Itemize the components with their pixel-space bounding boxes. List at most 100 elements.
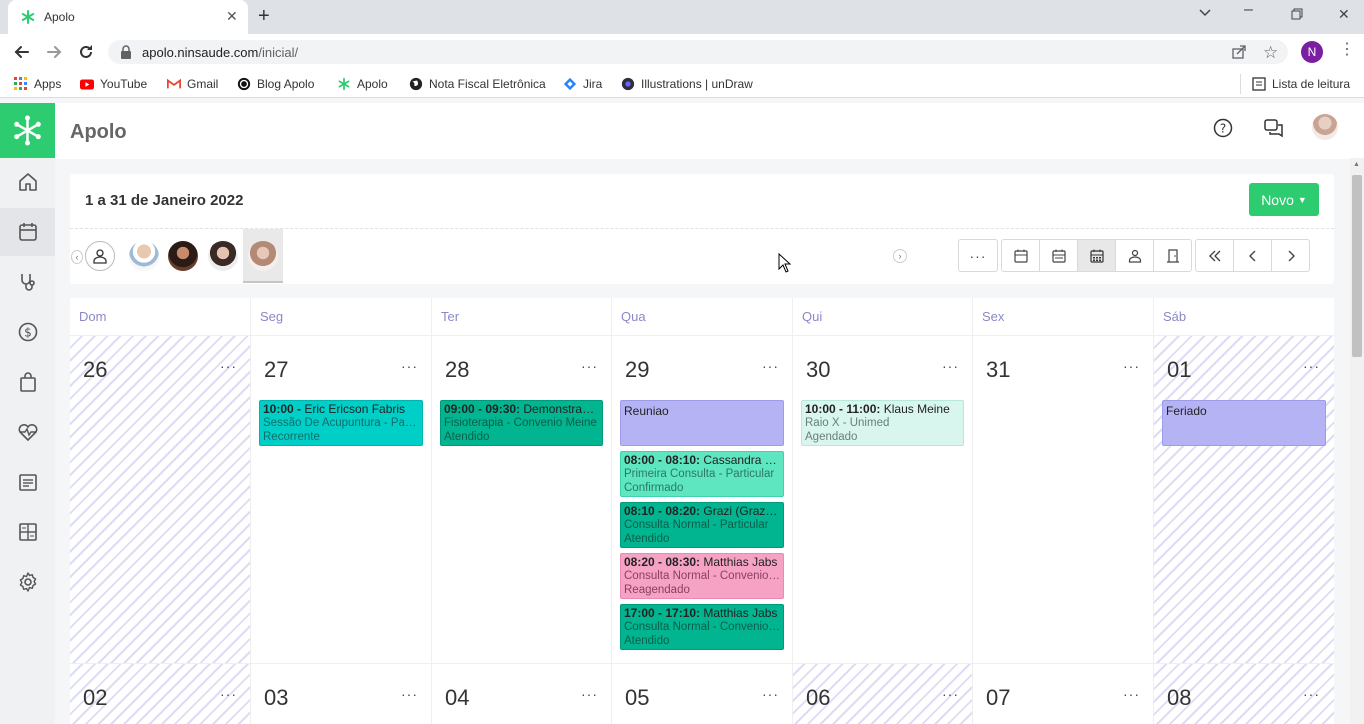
close-window-icon[interactable]: ✕: [1338, 6, 1350, 23]
day-cell-27[interactable]: 27 ··· 10:00 - Eric Ericson Fabris Sessã…: [251, 336, 432, 664]
event-matthias-1[interactable]: 08:20 - 08:30: Matthias Jabs Consulta No…: [620, 553, 784, 599]
event-klaus-meine[interactable]: 10:00 - 11:00: Klaus Meine Raio X - Unim…: [801, 400, 964, 446]
sidebar-item-calendar[interactable]: [0, 208, 55, 256]
sidebar-item-store[interactable]: [0, 358, 55, 406]
reload-icon[interactable]: [77, 43, 95, 61]
day-cell-06[interactable]: 06 ···: [793, 664, 973, 724]
tab-search-icon[interactable]: [1198, 5, 1212, 19]
event-feriado[interactable]: Feriado: [1162, 400, 1326, 446]
event-status: Confirmado: [624, 482, 684, 494]
sidebar-item-clinical[interactable]: [0, 258, 55, 306]
apolo-logo[interactable]: [0, 103, 55, 158]
url-text[interactable]: apolo.ninsaude.com/inicial/: [142, 45, 298, 60]
day-menu-icon[interactable]: ···: [401, 358, 418, 374]
bookmark-nota-fiscal[interactable]: Nota Fiscal Eletrônica: [409, 77, 546, 91]
today-button[interactable]: [1195, 239, 1234, 272]
restore-icon[interactable]: [1291, 8, 1303, 20]
bookmark-blog-apolo[interactable]: Blog Apolo: [237, 77, 314, 91]
scrollbar-thumb[interactable]: [1352, 175, 1362, 357]
sidebar-item-reports[interactable]: [0, 458, 55, 506]
profile-avatar[interactable]: N: [1301, 41, 1323, 63]
bookmark-apps[interactable]: Apps: [14, 77, 61, 91]
bookmark-apolo[interactable]: Apolo: [337, 77, 388, 91]
day-menu-icon[interactable]: ···: [762, 358, 779, 374]
bookmark-star-icon[interactable]: ☆: [1263, 43, 1278, 63]
event-demonstracao[interactable]: 09:00 - 09:30: Demonstração Fisioterapia…: [440, 400, 603, 446]
browser-tab[interactable]: Apolo ✕: [8, 0, 248, 34]
day-cell-04[interactable]: 04 ···: [432, 664, 612, 724]
day-menu-icon[interactable]: ···: [220, 358, 237, 374]
user-avatar[interactable]: [1312, 114, 1338, 140]
day-menu-icon[interactable]: ···: [581, 358, 598, 374]
professionals-prev-icon[interactable]: ‹: [71, 250, 83, 264]
lock-icon[interactable]: [120, 45, 132, 59]
room-view-button[interactable]: [1153, 239, 1192, 272]
event-eric-ericson[interactable]: 10:00 - Eric Ericson Fabris Sessão De Ac…: [259, 400, 423, 446]
day-cell-31[interactable]: 31 ···: [973, 336, 1154, 664]
day-cell-30[interactable]: 30 ··· 10:00 - 11:00: Klaus Meine Raio X…: [793, 336, 973, 664]
minimize-icon[interactable]: –: [1244, 1, 1253, 19]
day-menu-icon[interactable]: ···: [942, 686, 959, 702]
sidebar-item-home[interactable]: [0, 158, 55, 206]
day-menu-icon[interactable]: ···: [942, 358, 959, 374]
day-menu-icon[interactable]: ···: [1123, 358, 1140, 374]
bookmark-label: Jira: [583, 77, 603, 91]
new-tab-icon[interactable]: +: [258, 6, 270, 26]
professional-avatar-3[interactable]: [208, 241, 238, 271]
browser-menu-icon[interactable]: ⋮: [1339, 42, 1355, 58]
back-icon[interactable]: [13, 43, 31, 61]
day-menu-icon[interactable]: ···: [762, 686, 779, 702]
event-reuniao[interactable]: Reuniao: [620, 400, 784, 446]
professional-avatar-4[interactable]: [248, 241, 278, 271]
day-menu-icon[interactable]: ···: [1303, 358, 1320, 374]
event-grazi[interactable]: 08:10 - 08:20: Grazi (Graziela) Consulta…: [620, 502, 784, 548]
day-menu-icon[interactable]: ···: [1303, 686, 1320, 702]
sidebar-item-finance[interactable]: $: [0, 308, 55, 356]
event-patient: Matthias Jabs: [700, 555, 778, 569]
bookmark-undraw[interactable]: Illustrations | unDraw: [621, 77, 753, 91]
day-cell-07[interactable]: 07 ···: [973, 664, 1154, 724]
sidebar-item-health[interactable]: [0, 408, 55, 456]
event-detail: Consulta Normal - Particular: [624, 519, 769, 531]
new-button[interactable]: Novo ▼: [1249, 183, 1319, 216]
professionals-next-icon[interactable]: ›: [893, 249, 907, 263]
day-view-button[interactable]: [1001, 239, 1040, 272]
event-matthias-2[interactable]: 17:00 - 17:10: Matthias Jabs Consulta No…: [620, 604, 784, 650]
month-view-button[interactable]: [1077, 239, 1116, 272]
more-options-button[interactable]: ···: [958, 239, 998, 272]
day-cell-28[interactable]: 28 ··· 09:00 - 09:30: Demonstração Fisio…: [432, 336, 612, 664]
reading-list[interactable]: Lista de leitura: [1252, 77, 1350, 91]
day-cell-03[interactable]: 03 ···: [251, 664, 432, 724]
professional-avatar-2[interactable]: [168, 241, 198, 271]
forward-icon[interactable]: [45, 43, 63, 61]
bookmark-jira[interactable]: Jira: [563, 77, 602, 91]
day-cell-26[interactable]: 26 ···: [70, 336, 251, 664]
chat-icon[interactable]: [1264, 118, 1284, 138]
next-period-button[interactable]: [1271, 239, 1310, 272]
sidebar-item-settings[interactable]: [0, 558, 55, 606]
all-professionals-button[interactable]: [85, 241, 115, 271]
tab-close-icon[interactable]: ✕: [226, 9, 238, 23]
day-menu-icon[interactable]: ···: [220, 686, 237, 702]
professional-avatar-1[interactable]: [129, 241, 159, 271]
event-cassandra[interactable]: 08:00 - 08:10: Cassandra Pereira Primeir…: [620, 451, 784, 497]
day-cell-08[interactable]: 08 ···: [1154, 664, 1334, 724]
bookmark-gmail[interactable]: Gmail: [167, 77, 218, 91]
day-cell-05[interactable]: 05 ···: [612, 664, 793, 724]
sidebar-item-dashboard[interactable]: [0, 508, 55, 556]
event-status: Atendido: [624, 635, 670, 647]
week-view-button[interactable]: [1039, 239, 1078, 272]
share-icon[interactable]: [1231, 44, 1247, 60]
day-menu-icon[interactable]: ···: [401, 686, 418, 702]
scroll-up-icon[interactable]: ▲: [1353, 161, 1360, 168]
prev-period-button[interactable]: [1233, 239, 1272, 272]
day-cell-29[interactable]: 29 ··· Reuniao 08:00 - 08:10: Cassandra …: [612, 336, 793, 664]
help-icon[interactable]: ?: [1213, 118, 1233, 138]
day-cell-01[interactable]: 01 ··· Feriado: [1154, 336, 1334, 664]
day-cell-02[interactable]: 02 ···: [70, 664, 251, 724]
weekday-header-sex: Sex: [973, 298, 1154, 336]
day-menu-icon[interactable]: ···: [1123, 686, 1140, 702]
bookmark-youtube[interactable]: YouTube: [80, 77, 147, 91]
day-menu-icon[interactable]: ···: [581, 686, 598, 702]
professional-view-button[interactable]: [1115, 239, 1154, 272]
